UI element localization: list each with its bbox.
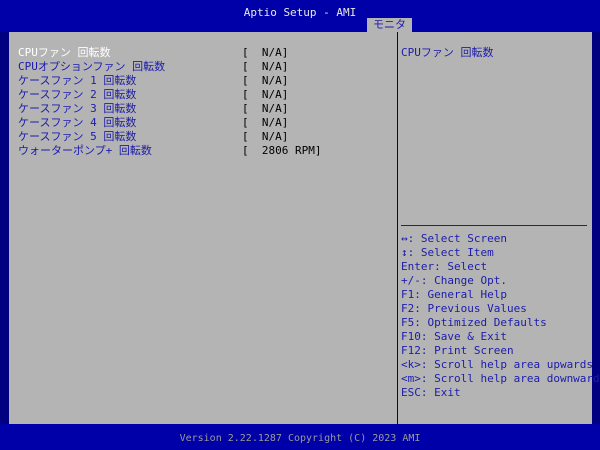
setting-case-fan-5-speed[interactable]: ケースファン 5 回転数 [ N/A]: [18, 130, 288, 144]
setting-label: ケースファン 2 回転数: [18, 88, 137, 101]
version-text: Version 2.22.1287 Copyright (C) 2023 AMI: [179, 433, 421, 444]
setting-label: ケースファン 4 回転数: [18, 116, 137, 129]
setting-label: ウォーターポンプ+ 回転数: [18, 144, 152, 157]
setting-value: [ N/A]: [242, 60, 289, 73]
key-hint: <m>: Scroll help area downwards: [401, 372, 600, 385]
tab-monitor[interactable]: モニタ: [367, 18, 412, 32]
setting-value: [ N/A]: [242, 74, 289, 87]
setting-value: [ 2806 RPM]: [242, 144, 322, 157]
key-hint: F1: General Help: [401, 288, 507, 301]
setting-label: CPUオプションファン 回転数: [18, 60, 166, 73]
key-hint: F5: Optimized Defaults: [401, 316, 547, 329]
setting-label: ケースファン 1 回転数: [18, 74, 137, 87]
setting-label: ケースファン 5 回転数: [18, 130, 137, 143]
setting-water-pump-speed[interactable]: ウォーターポンプ+ 回転数 [ 2806 RPM]: [18, 144, 321, 158]
help-description: CPUファン 回転数: [401, 46, 494, 59]
setting-label: ケースファン 3 回転数: [18, 102, 137, 115]
setting-cpu-fan-speed[interactable]: CPUファン 回転数 [ N/A]: [18, 46, 288, 60]
key-hint: F10: Save & Exit: [401, 330, 507, 343]
footer-bar: Version 2.22.1287 Copyright (C) 2023 AMI: [0, 424, 600, 450]
setting-label: CPUファン 回転数: [18, 46, 111, 59]
key-hint: <k>: Scroll help area upwards: [401, 358, 594, 371]
key-hint: Enter: Select: [401, 260, 488, 273]
setting-case-fan-1-speed[interactable]: ケースファン 1 回転数 [ N/A]: [18, 74, 288, 88]
key-hint: ↕: Select Item: [401, 246, 494, 259]
setting-value: [ N/A]: [242, 130, 289, 143]
key-hint: F12: Print Screen: [401, 344, 514, 357]
key-hint: F2: Previous Values: [401, 302, 527, 315]
help-separator: [401, 225, 587, 226]
title-bar: Aptio Setup - AMI モニタ: [0, 0, 600, 32]
panel-divider: [397, 32, 398, 424]
setting-value: [ N/A]: [242, 116, 289, 129]
setting-case-fan-3-speed[interactable]: ケースファン 3 回転数 [ N/A]: [18, 102, 288, 116]
setting-case-fan-4-speed[interactable]: ケースファン 4 回転数 [ N/A]: [18, 116, 288, 130]
setting-value: [ N/A]: [242, 102, 289, 115]
setting-value: [ N/A]: [242, 88, 289, 101]
key-hint: ESC: Exit: [401, 386, 461, 399]
setting-value: [ N/A]: [242, 46, 289, 59]
key-hint: ↔: Select Screen: [401, 232, 507, 245]
key-hint: +/-: Change Opt.: [401, 274, 507, 287]
setting-cpu-opt-fan-speed[interactable]: CPUオプションファン 回転数 [ N/A]: [18, 60, 288, 74]
setting-case-fan-2-speed[interactable]: ケースファン 2 回転数 [ N/A]: [18, 88, 288, 102]
main-panel: CPUファン 回転数 [ N/A] CPUオプションファン 回転数 [ N/A]…: [9, 32, 600, 424]
app-title: Aptio Setup - AMI: [243, 6, 357, 19]
